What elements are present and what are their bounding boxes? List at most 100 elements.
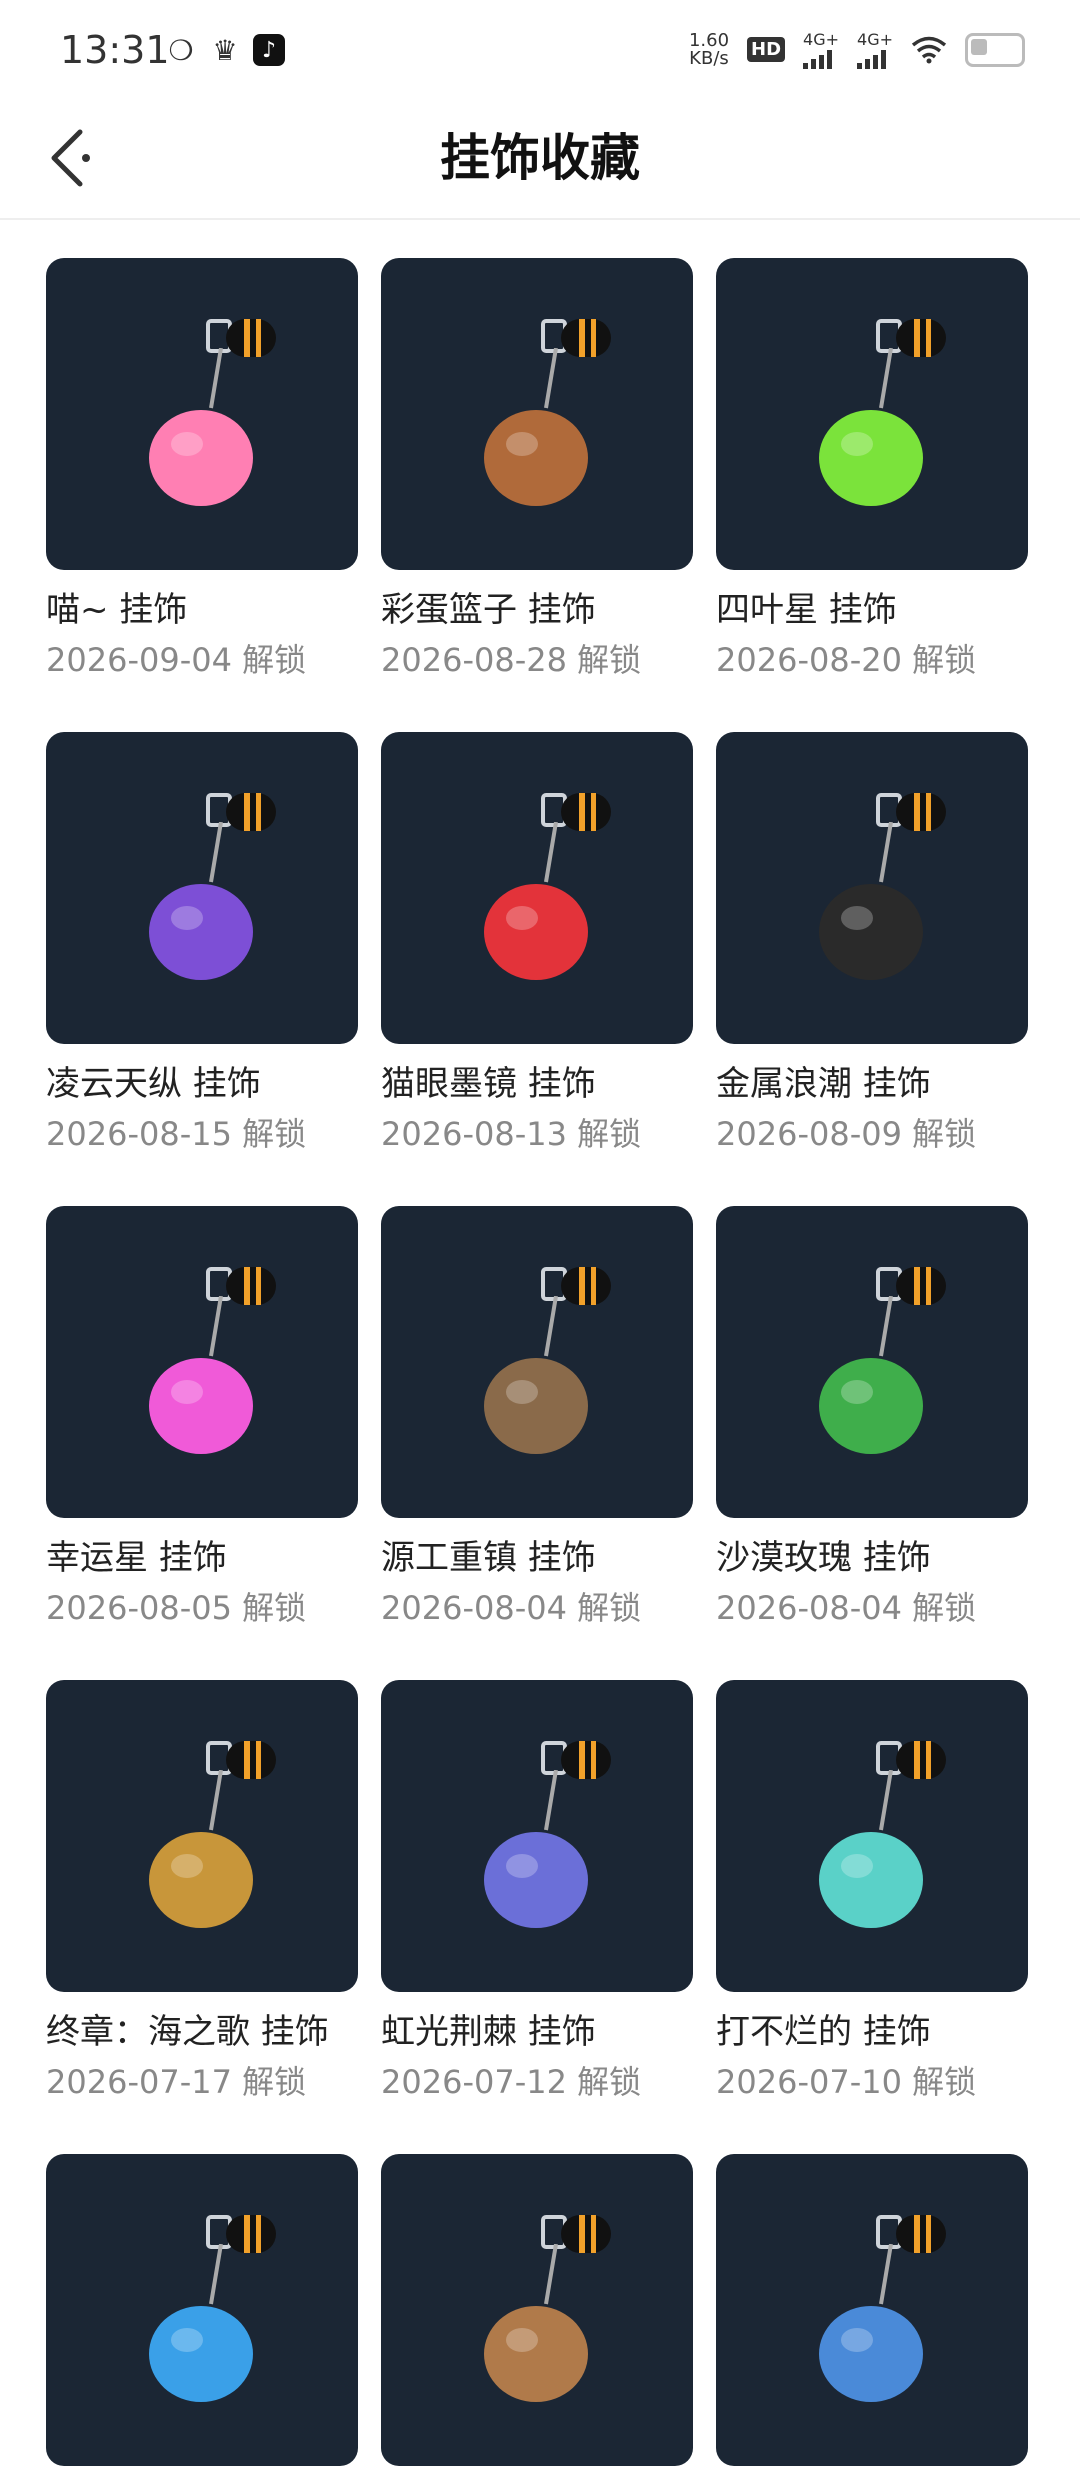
status-bar: 13:31 ❍ ♛ ♪ 1.60 KB/s HD 4G+ 4G+ bbox=[0, 0, 1080, 100]
app-header: 挂饰收藏 bbox=[0, 100, 1080, 220]
wifi-icon bbox=[911, 36, 947, 63]
pinata-icon bbox=[819, 1770, 923, 1928]
charm-name: 虹光荆棘 挂饰 bbox=[381, 2012, 596, 2052]
star-icon bbox=[149, 1296, 253, 1454]
charm-card[interactable] bbox=[381, 2154, 693, 2466]
charm-thumbnail[interactable] bbox=[381, 1206, 693, 1518]
charm-thumbnail[interactable] bbox=[46, 258, 358, 570]
status-app-icons: ❍ ♛ ♪ bbox=[165, 33, 285, 67]
speed-value: 1.60 bbox=[688, 29, 730, 51]
charm-thumbnail[interactable] bbox=[381, 258, 693, 570]
row-spacer bbox=[46, 1156, 358, 1206]
charm-name: 凌云天纵 挂饰 bbox=[46, 1064, 261, 1104]
charm-thumbnail[interactable] bbox=[46, 2154, 358, 2466]
charm-name: 喵~ 挂饰 bbox=[46, 590, 188, 630]
charm-thumbnail[interactable] bbox=[381, 1680, 693, 1992]
charm-thumbnail[interactable] bbox=[716, 2154, 1028, 2466]
horn-thorn-icon bbox=[484, 1770, 588, 1928]
unlock-date: 2026-08-05 解锁 bbox=[46, 1589, 307, 1627]
unlock-date: 2026-08-13 解锁 bbox=[381, 1115, 642, 1153]
charm-card[interactable]: 喵~ 挂饰 2026-09-04 解锁 bbox=[46, 258, 358, 732]
charm-thumbnail[interactable] bbox=[46, 1680, 358, 1992]
charm-card[interactable]: 打不烂的 挂饰 2026-07-10 解锁 bbox=[716, 1680, 1028, 2154]
hd-icon: HD bbox=[747, 37, 786, 62]
charm-card[interactable]: 虹光荆棘 挂饰 2026-07-12 解锁 bbox=[381, 1680, 693, 2154]
charm-thumbnail[interactable] bbox=[716, 1206, 1028, 1518]
clover-icon bbox=[819, 348, 923, 506]
row-spacer bbox=[381, 682, 693, 732]
unlock-date: 2026-08-20 解锁 bbox=[716, 641, 977, 679]
unlock-date: 2026-08-28 解锁 bbox=[381, 641, 642, 679]
unlock-date: 2026-08-15 解锁 bbox=[46, 1115, 307, 1153]
page-title: 挂饰收藏 bbox=[440, 129, 640, 187]
charm-thumbnail[interactable] bbox=[716, 1680, 1028, 1992]
charm-card[interactable]: 彩蛋篮子 挂饰 2026-08-28 解锁 bbox=[381, 258, 693, 732]
charm-name: 四叶星 挂饰 bbox=[716, 590, 897, 630]
charm-card[interactable]: 金属浪潮 挂饰 2026-08-09 解锁 bbox=[716, 732, 1028, 1206]
charm-name: 终章：海之歌 挂饰 bbox=[46, 2012, 329, 2052]
floating-island-icon bbox=[484, 1296, 588, 1454]
row-spacer bbox=[46, 2104, 358, 2154]
yarn-cat-icon bbox=[149, 348, 253, 506]
network-type-1: 4G+ bbox=[803, 30, 840, 49]
fish-icon bbox=[819, 2244, 923, 2402]
charm-name: 打不烂的 挂饰 bbox=[716, 2012, 931, 2052]
charm-name: 幸运星 挂饰 bbox=[46, 1538, 227, 1578]
status-indicators: 1.60 KB/s HD 4G+ 4G+ bbox=[689, 30, 1025, 69]
unlock-date: 2026-07-12 解锁 bbox=[381, 2063, 642, 2101]
charm-card[interactable] bbox=[716, 2154, 1028, 2466]
charm-thumbnail[interactable] bbox=[381, 732, 693, 1044]
network-speed: 1.60 KB/s bbox=[688, 29, 730, 69]
row-spacer bbox=[716, 682, 1028, 732]
battery-icon bbox=[965, 32, 1025, 67]
unlock-date: 2026-07-17 解锁 bbox=[46, 2063, 307, 2101]
bronze-charm-icon bbox=[484, 2244, 588, 2402]
status-time: 13:31 bbox=[60, 28, 170, 72]
speed-unit: KB/s bbox=[689, 47, 729, 69]
charm-card[interactable]: 猫眼墨镜 挂饰 2026-08-13 解锁 bbox=[381, 732, 693, 1206]
unlock-date: 2026-08-04 解锁 bbox=[716, 1589, 977, 1627]
unlock-date: 2026-07-10 解锁 bbox=[716, 2063, 977, 2101]
row-spacer bbox=[381, 2104, 693, 2154]
wave-icon bbox=[149, 2244, 253, 2402]
network-type-2: 4G+ bbox=[857, 30, 893, 49]
cactus-icon bbox=[819, 1296, 923, 1454]
signal-1-icon: 4G+ bbox=[803, 30, 839, 69]
row-spacer bbox=[46, 682, 358, 732]
seashell-icon bbox=[149, 1770, 253, 1928]
sunglasses-icon bbox=[484, 822, 588, 980]
charm-card[interactable]: 幸运星 挂饰 2026-08-05 解锁 bbox=[46, 1206, 358, 1680]
charm-thumbnail[interactable] bbox=[46, 1206, 358, 1518]
row-spacer bbox=[716, 1630, 1028, 1680]
charm-thumbnail[interactable] bbox=[716, 258, 1028, 570]
charm-name: 彩蛋篮子 挂饰 bbox=[381, 590, 596, 630]
charm-thumbnail[interactable] bbox=[46, 732, 358, 1044]
row-spacer bbox=[46, 1630, 358, 1680]
charm-card[interactable]: 终章：海之歌 挂饰 2026-07-17 解锁 bbox=[46, 1680, 358, 2154]
leaf-icon: ❍ bbox=[168, 33, 194, 67]
charm-card[interactable]: 源工重镇 挂饰 2026-08-04 解锁 bbox=[381, 1206, 693, 1680]
charm-name: 源工重镇 挂饰 bbox=[381, 1538, 596, 1578]
charm-card[interactable] bbox=[46, 2154, 358, 2466]
crown-icon: ♛ bbox=[212, 33, 238, 67]
unlock-date: 2026-09-04 解锁 bbox=[46, 641, 307, 679]
charm-grid: 喵~ 挂饰 2026-09-04 解锁 彩蛋篮子 挂饰 2026-08-28 解锁 四叶… bbox=[46, 258, 1046, 2466]
unlock-date: 2026-08-09 解锁 bbox=[716, 1115, 977, 1153]
egg-basket-icon bbox=[484, 348, 588, 506]
charm-name: 沙漠玫瑰 挂饰 bbox=[716, 1538, 931, 1578]
signal-2-icon: 4G+ bbox=[857, 30, 893, 69]
charm-thumbnail[interactable] bbox=[716, 732, 1028, 1044]
charm-card[interactable]: 沙漠玫瑰 挂饰 2026-08-04 解锁 bbox=[716, 1206, 1028, 1680]
chess-knight-icon bbox=[819, 822, 923, 980]
charm-name: 猫眼墨镜 挂饰 bbox=[381, 1064, 596, 1104]
charm-card[interactable]: 四叶星 挂饰 2026-08-20 解锁 bbox=[716, 258, 1028, 732]
row-spacer bbox=[381, 1630, 693, 1680]
unlock-date: 2026-08-04 解锁 bbox=[381, 1589, 642, 1627]
tiktok-icon: ♪ bbox=[253, 34, 285, 66]
row-spacer bbox=[716, 1156, 1028, 1206]
fidget-spinner-icon bbox=[149, 822, 253, 980]
row-spacer bbox=[716, 2104, 1028, 2154]
charm-card[interactable]: 凌云天纵 挂饰 2026-08-15 解锁 bbox=[46, 732, 358, 1206]
charm-thumbnail[interactable] bbox=[381, 2154, 693, 2466]
charm-name: 金属浪潮 挂饰 bbox=[716, 1064, 931, 1104]
